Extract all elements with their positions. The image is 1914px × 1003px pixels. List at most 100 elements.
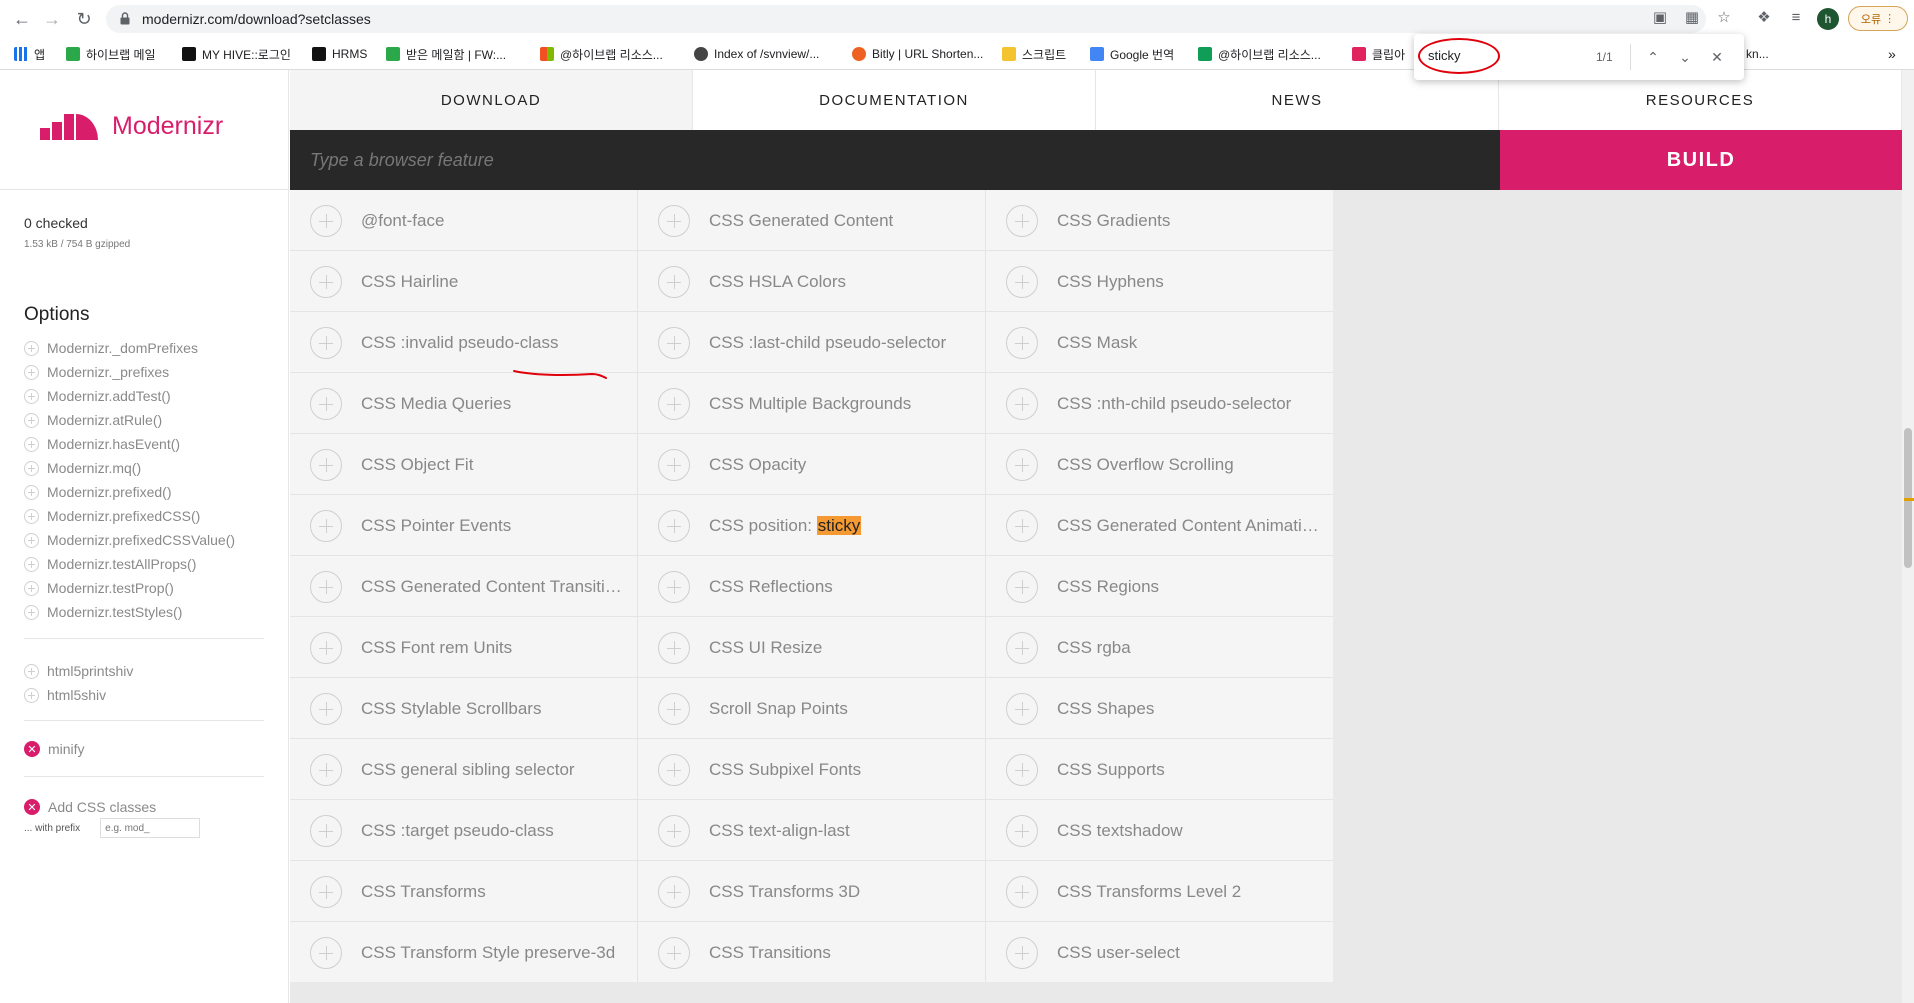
add-feature-icon[interactable]: [310, 266, 342, 298]
find-in-page-icon[interactable]: ▣: [1650, 7, 1670, 27]
feature-item[interactable]: CSS :invalid pseudo-class: [290, 312, 637, 372]
add-feature-icon[interactable]: [1006, 632, 1038, 664]
add-feature-icon[interactable]: [658, 754, 690, 786]
more-bookmarks-icon[interactable]: »: [1888, 44, 1896, 64]
option-item[interactable]: Modernizr.hasEvent(): [24, 432, 235, 456]
add-feature-icon[interactable]: [658, 937, 690, 969]
add-feature-icon[interactable]: [1006, 815, 1038, 847]
add-feature-icon[interactable]: [1006, 388, 1038, 420]
feature-item[interactable]: CSS Gradients: [986, 190, 1333, 250]
feature-item[interactable]: CSS Pointer Events: [290, 495, 637, 555]
option-item[interactable]: Modernizr.testAllProps(): [24, 552, 235, 576]
error-menu-button[interactable]: 오류 ⋮: [1848, 6, 1908, 31]
add-css-classes-toggle[interactable]: ✕ Add CSS classes: [24, 795, 156, 819]
find-previous-icon[interactable]: ⌃: [1642, 46, 1664, 68]
option-item[interactable]: Modernizr.addTest(): [24, 384, 235, 408]
add-feature-icon[interactable]: [310, 754, 342, 786]
add-feature-icon[interactable]: [658, 388, 690, 420]
feature-item[interactable]: CSS text-align-last: [638, 800, 985, 860]
reading-list-icon[interactable]: ≡: [1786, 7, 1806, 27]
add-feature-icon[interactable]: [658, 693, 690, 725]
add-feature-icon[interactable]: [310, 571, 342, 603]
add-feature-icon[interactable]: [1006, 693, 1038, 725]
extensions-icon[interactable]: ❖: [1754, 7, 1774, 27]
option-item[interactable]: Modernizr.atRule(): [24, 408, 235, 432]
add-feature-icon[interactable]: [1006, 876, 1038, 908]
translate-icon[interactable]: ▦: [1682, 7, 1702, 27]
add-feature-icon[interactable]: [1006, 266, 1038, 298]
tab-download[interactable]: DOWNLOAD: [290, 70, 693, 130]
add-feature-icon[interactable]: [310, 388, 342, 420]
reload-icon[interactable]: ↻: [72, 7, 96, 31]
feature-item[interactable]: CSS Mask: [986, 312, 1333, 372]
bookmark-item[interactable]: 클립아: [1352, 44, 1405, 64]
feature-item[interactable]: CSS Shapes: [986, 678, 1333, 738]
add-feature-icon[interactable]: [310, 510, 342, 542]
bookmark-item[interactable]: MY HIVE::로그인: [182, 44, 291, 64]
option-item[interactable]: Modernizr.prefixedCSSValue(): [24, 528, 235, 552]
option-item[interactable]: Modernizr.prefixed(): [24, 480, 235, 504]
feature-item[interactable]: CSS Generated Content: [638, 190, 985, 250]
feature-item[interactable]: CSS Subpixel Fonts: [638, 739, 985, 799]
address-bar[interactable]: modernizr.com/download?setclasses: [106, 5, 1706, 33]
find-close-icon[interactable]: ✕: [1706, 46, 1728, 68]
feature-item[interactable]: CSS UI Resize: [638, 617, 985, 677]
add-feature-icon[interactable]: [310, 937, 342, 969]
feature-item[interactable]: CSS Media Queries: [290, 373, 637, 433]
bookmark-item[interactable]: Bitly | URL Shorten...: [852, 44, 983, 64]
feature-item[interactable]: CSS Reflections: [638, 556, 985, 616]
add-feature-icon[interactable]: [658, 266, 690, 298]
add-feature-icon[interactable]: [310, 876, 342, 908]
option-item[interactable]: Modernizr.testProp(): [24, 576, 235, 600]
option-item[interactable]: Modernizr.prefixedCSS(): [24, 504, 235, 528]
option-item[interactable]: Modernizr.mq(): [24, 456, 235, 480]
feature-item[interactable]: CSS position: sticky: [638, 495, 985, 555]
minify-toggle[interactable]: ✕ minify: [24, 737, 85, 761]
add-feature-icon[interactable]: [658, 449, 690, 481]
feature-item[interactable]: CSS :last-child pseudo-selector: [638, 312, 985, 372]
add-feature-icon[interactable]: [1006, 754, 1038, 786]
bookmark-star-icon[interactable]: ☆: [1714, 7, 1734, 27]
add-feature-icon[interactable]: [310, 205, 342, 237]
feature-item[interactable]: @font-face: [290, 190, 637, 250]
add-feature-icon[interactable]: [1006, 510, 1038, 542]
feature-item[interactable]: CSS Transforms 3D: [638, 861, 985, 921]
bookmark-item[interactable]: 하이브랩 메일: [66, 44, 156, 64]
option-item[interactable]: Modernizr._domPrefixes: [24, 336, 235, 360]
bookmark-item[interactable]: HRMS: [312, 44, 367, 64]
feature-item[interactable]: CSS rgba: [986, 617, 1333, 677]
feature-item[interactable]: CSS Overflow Scrolling: [986, 434, 1333, 494]
feature-item[interactable]: CSS general sibling selector: [290, 739, 637, 799]
feature-item[interactable]: CSS Transform Style preserve-3d: [290, 922, 637, 982]
add-feature-icon[interactable]: [658, 510, 690, 542]
feature-item[interactable]: CSS HSLA Colors: [638, 251, 985, 311]
add-feature-icon[interactable]: [310, 449, 342, 481]
feature-item[interactable]: CSS Transforms: [290, 861, 637, 921]
bookmark-item[interactable]: @하이브랩 리소스...: [1198, 44, 1321, 64]
feature-item[interactable]: CSS Transitions: [638, 922, 985, 982]
add-feature-icon[interactable]: [658, 571, 690, 603]
add-feature-icon[interactable]: [1006, 937, 1038, 969]
find-next-icon[interactable]: ⌄: [1674, 46, 1696, 68]
feature-item[interactable]: CSS Supports: [986, 739, 1333, 799]
feature-item[interactable]: CSS Hyphens: [986, 251, 1333, 311]
feature-item[interactable]: CSS Regions: [986, 556, 1333, 616]
add-feature-icon[interactable]: [1006, 327, 1038, 359]
add-feature-icon[interactable]: [658, 876, 690, 908]
tab-documentation[interactable]: DOCUMENTATION: [693, 70, 1096, 130]
back-icon[interactable]: ←: [10, 7, 34, 31]
add-feature-icon[interactable]: [658, 815, 690, 847]
bookmark-item[interactable]: 받은 메일함 | FW:...: [386, 44, 506, 64]
bookmark-item[interactable]: 스크립트: [1002, 44, 1066, 64]
feature-item[interactable]: Scroll Snap Points: [638, 678, 985, 738]
add-feature-icon[interactable]: [310, 632, 342, 664]
feature-search-input[interactable]: [310, 146, 1210, 174]
add-feature-icon[interactable]: [310, 693, 342, 725]
add-feature-icon[interactable]: [658, 632, 690, 664]
logo[interactable]: Modernizr: [40, 112, 223, 141]
bookmark-item[interactable]: @하이브랩 리소스...: [540, 44, 663, 64]
feature-item[interactable]: CSS :nth-child pseudo-selector: [986, 373, 1333, 433]
feature-item[interactable]: CSS Multiple Backgrounds: [638, 373, 985, 433]
add-feature-icon[interactable]: [658, 205, 690, 237]
feature-item[interactable]: CSS Generated Content Animations: [986, 495, 1333, 555]
